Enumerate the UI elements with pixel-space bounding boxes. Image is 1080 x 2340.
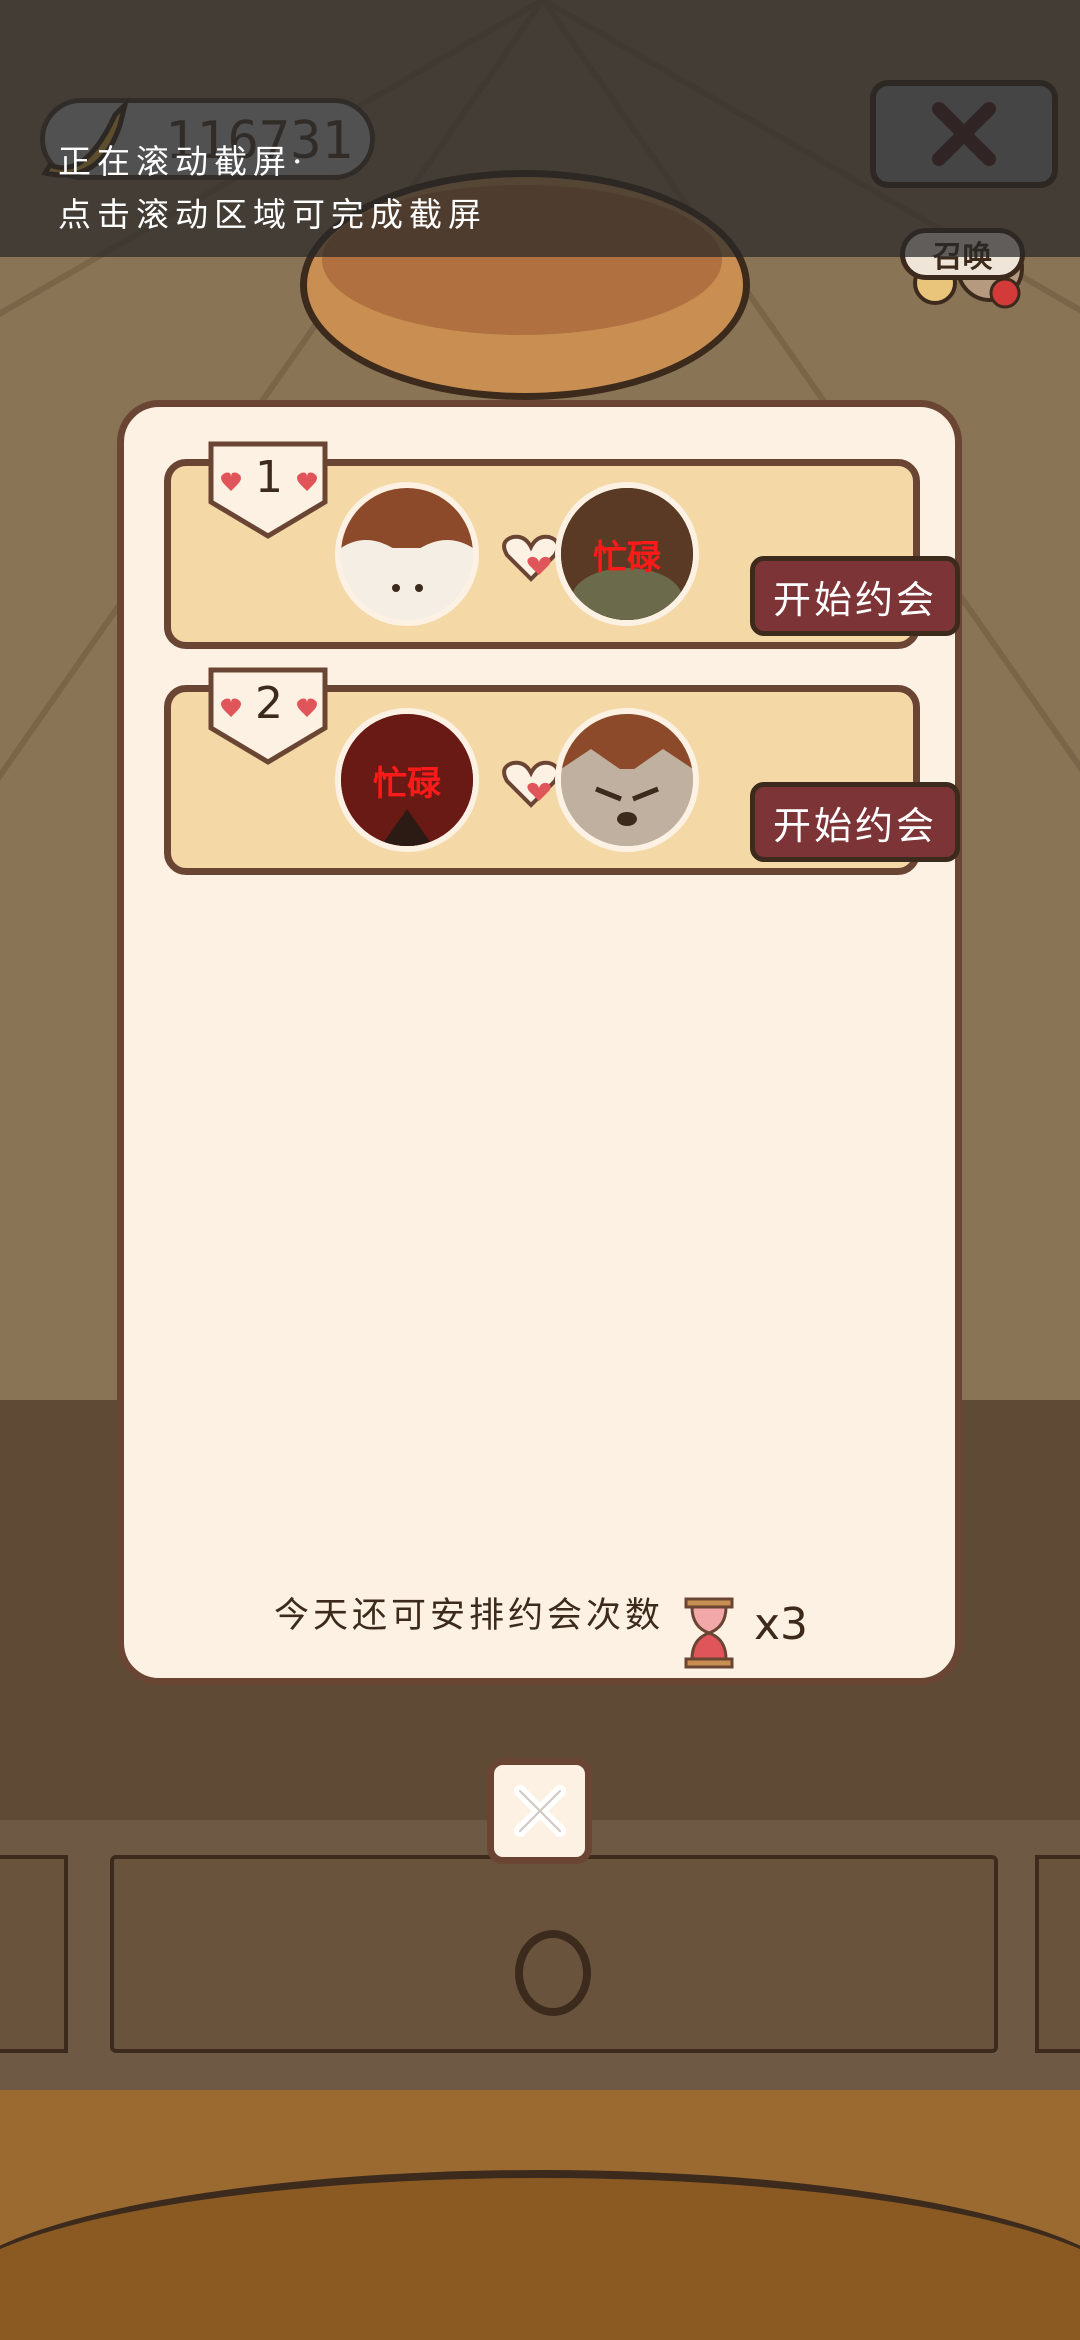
start-date-button[interactable]: 开始约会 [750, 782, 960, 862]
busy-label: 忙碌 [593, 538, 661, 578]
cat-avatar-busy[interactable]: 忙碌 [555, 482, 699, 626]
close-icon [513, 1785, 566, 1837]
heart-icon [502, 534, 560, 582]
drawer-knob [515, 1930, 591, 2016]
drawer-side [1035, 1855, 1080, 2053]
remaining-dates-label: 今天还可安排约会次数 [274, 1596, 665, 1636]
hourglass-icon [684, 1597, 734, 1669]
start-date-label: 开始约会 [772, 577, 937, 622]
rank-number: 2 [255, 678, 283, 729]
drawer-side [0, 1855, 68, 2053]
pair-card: 2 忙碌 开始约会 [164, 667, 960, 875]
pair-card: 1 忙碌 开始约会 [164, 441, 960, 649]
cat-avatar[interactable] [335, 482, 479, 626]
banner-line-2: 点击滚动区域可完成截屏 [58, 195, 487, 234]
cat-avatar[interactable] [555, 708, 699, 852]
date-schedule-dialog: 1 忙碌 开始约会 2 忙碌 开始约会 今天还可安排约会次数 x3 [117, 400, 962, 1685]
cat-portrait [341, 488, 473, 620]
cat-avatar-busy[interactable]: 忙碌 [335, 708, 479, 852]
cat-portrait [561, 714, 693, 846]
start-date-label: 开始约会 [772, 803, 937, 848]
close-dialog-button[interactable] [487, 1758, 592, 1864]
busy-label: 忙碌 [373, 764, 441, 804]
heart-icon [502, 760, 560, 808]
scroll-screenshot-banner[interactable]: 正在滚动截屏· 点击滚动区域可完成截屏 [0, 0, 1080, 257]
remaining-dates-count: x3 [754, 1599, 809, 1650]
rank-number: 1 [255, 452, 283, 503]
banner-line-1: 正在滚动截屏· [58, 142, 309, 181]
start-date-button[interactable]: 开始约会 [750, 556, 960, 636]
